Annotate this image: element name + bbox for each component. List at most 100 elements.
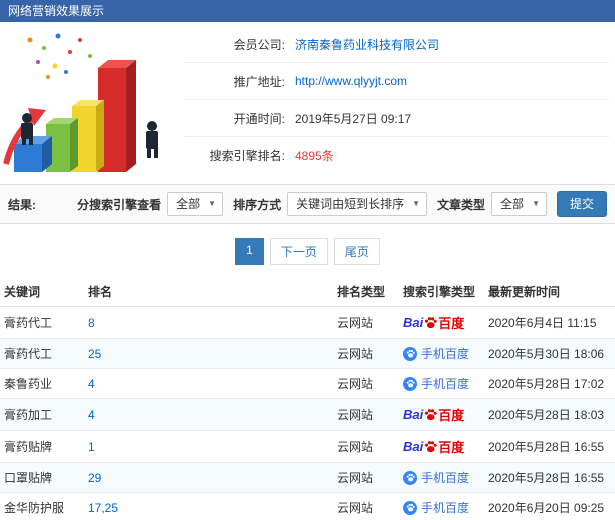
keyword-cell: 膏药代工 <box>0 306 84 339</box>
member-summary-section: 会员公司: 济南秦鲁药业科技有限公司 推广地址: http://www.qlyy… <box>0 22 615 178</box>
rank-cell: 4 <box>84 398 333 431</box>
rank-cell: 8 <box>84 306 333 339</box>
mobile-baidu-label: 手机百度 <box>421 377 470 391</box>
page-next[interactable]: 下一页 <box>269 238 328 265</box>
open-time-value: 2019年5月27日 09:17 <box>295 111 412 126</box>
keyword-cell: 秦鲁药业 <box>0 368 84 399</box>
sort-select[interactable]: 关键词由短到长排序 ▼ <box>287 192 428 216</box>
keyword-cell: 膏药代工 <box>0 338 84 369</box>
keyword-cell: 膏药加工 <box>0 398 84 431</box>
marketing-illustration <box>0 22 185 178</box>
rank-link[interactable]: 25 <box>88 347 101 361</box>
engine-rank-unit: 条 <box>321 149 334 163</box>
header-engine-type: 搜索引擎类型 <box>399 277 484 307</box>
updated-cell: 2020年5月28日 16:55 <box>484 462 615 493</box>
updated-cell: 2020年5月28日 16:55 <box>484 430 615 463</box>
engine-view-selected-value: 全部 <box>176 197 201 211</box>
baidu-logo: Bai 百度 <box>403 437 464 456</box>
article-type-select[interactable]: 全部 ▼ <box>491 192 547 216</box>
page-last[interactable]: 尾页 <box>333 238 380 265</box>
rank-cell: 29 <box>84 462 333 493</box>
rank-type-cell: 云网站 <box>333 306 399 339</box>
company-link[interactable]: 济南秦鲁药业科技有限公司 <box>295 36 439 53</box>
chevron-down-icon: ▼ <box>532 199 540 208</box>
updated-cell: 2020年5月30日 18:06 <box>484 338 615 369</box>
page-current[interactable]: 1 <box>235 238 264 265</box>
keyword-cell: 膏药贴牌 <box>0 430 84 463</box>
rank-type-cell: 云网站 <box>333 430 399 463</box>
page-title: 网络营销效果展示 <box>8 4 105 18</box>
info-row-open-time: 开通时间: 2019年5月27日 09:17 <box>185 100 609 137</box>
paw-icon <box>406 379 415 388</box>
table-row: 膏药代工 8 云网站 Bai百度 手机百度 2020年6月4日 11:15 <box>0 306 615 339</box>
rank-cell: 1 <box>84 430 333 463</box>
window-titlebar: 网络营销效果展示 <box>0 0 615 22</box>
baidu-logo-bai: Bai <box>403 315 424 330</box>
header-keyword: 关键词 <box>0 277 84 307</box>
chevron-down-icon: ▼ <box>412 199 421 208</box>
paw-icon <box>406 349 415 358</box>
bar-chart-clipart-icon <box>3 33 158 172</box>
site-label: 推广地址: <box>233 74 285 89</box>
rank-link[interactable]: 8 <box>88 316 95 330</box>
mobile-baidu: 手机百度 <box>403 499 469 516</box>
rank-link[interactable]: 29 <box>88 471 101 485</box>
sort-label: 排序方式 <box>233 197 282 212</box>
mobile-baidu-icon <box>403 500 417 515</box>
table-row: 金华防护服 17,25 云网站 Bai百度 手机百度 2020年6月20日 09… <box>0 492 615 520</box>
updated-cell: 2020年5月28日 17:02 <box>484 368 615 399</box>
baidu-logo: Bai 百度 <box>403 405 464 424</box>
header-updated: 最新更新时间 <box>484 277 615 307</box>
engine-view-label: 分搜索引擎查看 <box>77 197 162 212</box>
open-time-label: 开通时间: <box>233 111 285 126</box>
engine-rank-label: 搜索引擎排名: <box>209 149 285 163</box>
mobile-baidu-icon <box>403 346 417 361</box>
chevron-down-icon: ▼ <box>208 199 217 208</box>
mobile-baidu-icon <box>403 376 417 391</box>
baidu-logo-bai: Bai <box>403 439 424 454</box>
rank-type-cell: 云网站 <box>333 462 399 493</box>
table-row: 秦鲁药业 4 云网站 Bai百度 手机百度 2020年5月28日 17:02 <box>0 368 615 399</box>
result-label: 结果: <box>8 197 36 212</box>
article-type-selected-value: 全部 <box>500 197 525 211</box>
updated-cell: 2020年6月20日 09:25 <box>484 492 615 520</box>
result-filter-bar: 结果: 分搜索引擎查看 全部 ▼ 排序方式 关键词由短到长排序 ▼ 文章类型 全… <box>0 184 615 224</box>
engine-cell: Bai百度 手机百度 <box>399 492 484 520</box>
paw-icon <box>406 503 415 512</box>
updated-cell: 2020年5月28日 18:03 <box>484 398 615 431</box>
mobile-baidu-icon <box>403 470 417 485</box>
paw-icon <box>424 408 437 421</box>
table-header-row: 关键词 排名 排名类型 搜索引擎类型 最新更新时间 <box>0 277 615 307</box>
mobile-baidu: 手机百度 <box>403 469 469 486</box>
rank-type-cell: 云网站 <box>333 368 399 399</box>
rank-link[interactable]: 17,25 <box>88 501 118 515</box>
info-row-site: 推广地址: http://www.qlyyjt.com <box>185 63 609 100</box>
baidu-logo: Bai 百度 <box>403 313 464 332</box>
rank-link[interactable]: 4 <box>88 408 95 422</box>
engine-view-select[interactable]: 全部 ▼ <box>167 192 224 216</box>
paw-icon <box>424 440 437 453</box>
site-link[interactable]: http://www.qlyyjt.com <box>295 74 407 88</box>
engine-cell: Bai百度 手机百度 <box>399 368 484 399</box>
mobile-baidu: 手机百度 <box>403 345 469 362</box>
ranking-table: 关键词 排名 排名类型 搜索引擎类型 最新更新时间 膏药代工 8 云网站 Bai… <box>0 277 615 520</box>
mobile-baidu-label: 手机百度 <box>421 347 470 361</box>
mobile-baidu-label: 手机百度 <box>421 501 470 515</box>
baidu-logo-cn: 百度 <box>438 408 465 423</box>
company-label: 会员公司: <box>233 37 285 52</box>
table-row: 口罩贴牌 29 云网站 Bai百度 手机百度 2020年5月28日 16:55 <box>0 462 615 493</box>
pagination: 1 下一页 尾页 <box>0 238 615 265</box>
rank-type-cell: 云网站 <box>333 492 399 520</box>
engine-cell: Bai百度 手机百度 <box>399 398 484 431</box>
rank-link[interactable]: 1 <box>88 440 95 454</box>
table-row: 膏药贴牌 1 云网站 Bai百度 手机百度 2020年5月28日 16:55 <box>0 430 615 463</box>
baidu-logo-bai: Bai <box>403 407 424 422</box>
mobile-baidu-label: 手机百度 <box>421 471 470 485</box>
rank-link[interactable]: 4 <box>88 377 95 391</box>
member-info-list: 会员公司: 济南秦鲁药业科技有限公司 推广地址: http://www.qlyy… <box>185 26 609 174</box>
submit-button[interactable]: 提交 <box>556 191 607 217</box>
rank-type-cell: 云网站 <box>333 338 399 369</box>
engine-cell: Bai百度 手机百度 <box>399 338 484 369</box>
rank-cell: 17,25 <box>84 492 333 520</box>
header-rank-type: 排名类型 <box>333 277 399 307</box>
